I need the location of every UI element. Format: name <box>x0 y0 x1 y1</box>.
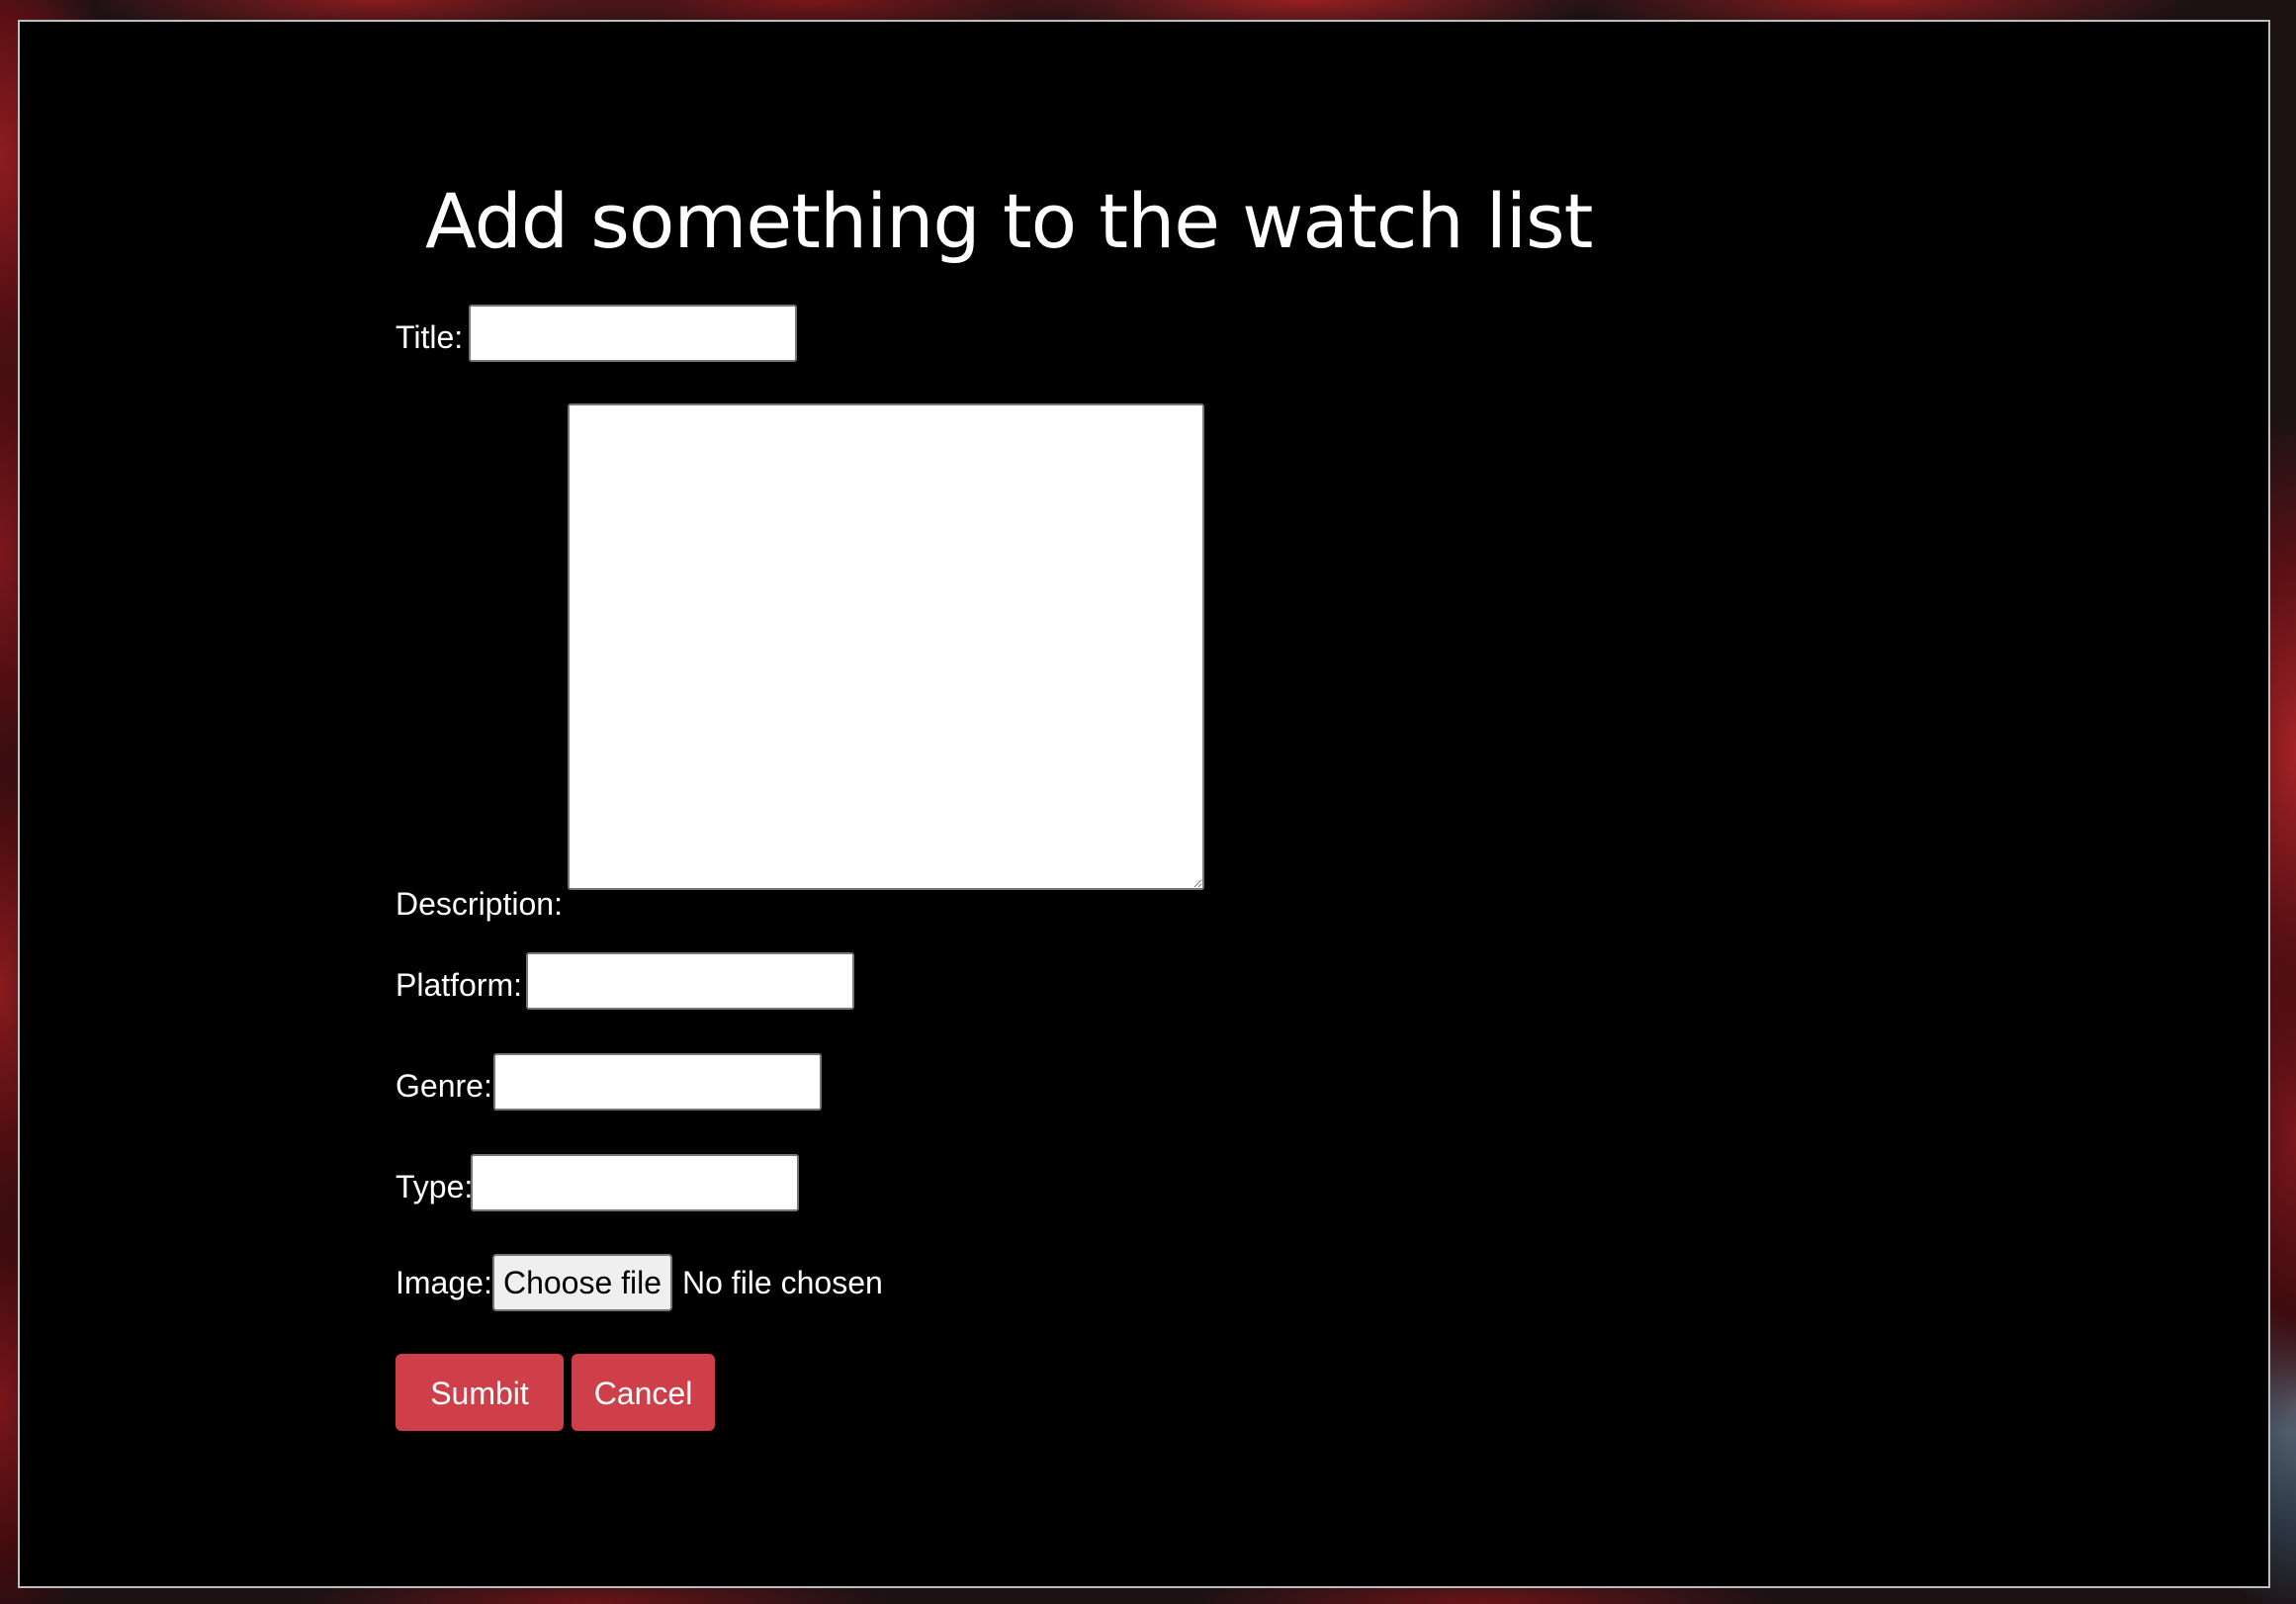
type-label: Type: <box>396 1169 474 1204</box>
choose-file-button[interactable]: Choose file <box>492 1254 672 1311</box>
image-label: Image: <box>396 1265 492 1300</box>
title-input[interactable] <box>469 305 797 362</box>
genre-input[interactable] <box>493 1053 822 1111</box>
genre-label: Genre: <box>396 1068 492 1104</box>
page-title: Add something to the watch list <box>425 177 1593 265</box>
description-label: Description: <box>396 886 563 922</box>
title-label: Title: <box>396 319 464 355</box>
file-status-text: No file chosen <box>682 1265 883 1300</box>
type-input[interactable] <box>471 1154 799 1211</box>
submit-button[interactable]: Sumbit <box>396 1354 564 1431</box>
form-panel: Add something to the watch list Title: D… <box>18 20 2270 1588</box>
cancel-button[interactable]: Cancel <box>572 1354 715 1431</box>
description-textarea[interactable] <box>568 403 1204 890</box>
platform-input[interactable] <box>526 952 854 1010</box>
platform-label: Platform: <box>396 967 523 1003</box>
